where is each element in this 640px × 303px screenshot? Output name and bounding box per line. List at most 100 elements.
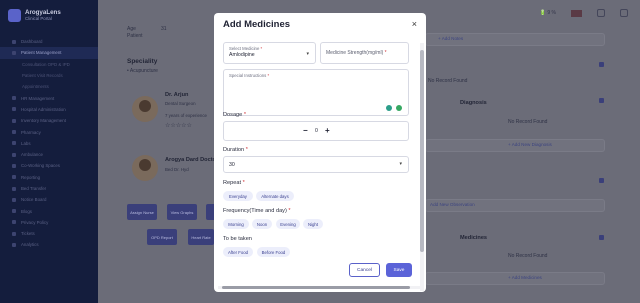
brand-logo-icon <box>8 9 21 22</box>
sidebar-item[interactable]: Tickets <box>0 228 98 239</box>
dosage-decrement-button[interactable]: − <box>303 127 308 135</box>
repeat-everyday-chip[interactable]: Everyday <box>223 191 253 201</box>
doctor1-dept: Dental Surgeon <box>165 101 196 106</box>
brand-name: ArogyaLens <box>25 9 61 16</box>
brand-tagline: Clinical Portal <box>25 16 52 21</box>
opd-report-button[interactable]: OPD Report <box>147 229 177 245</box>
frequency-label: Frequency(Time and day) * <box>223 208 291 214</box>
frequency-night-chip[interactable]: Night <box>303 219 323 229</box>
add-medicines-modal: Add Medicines × Select Medicine * Amlodi… <box>214 13 426 292</box>
add-notes-link[interactable]: + Add Notes <box>438 36 463 41</box>
horizontal-scrollbar[interactable] <box>218 286 422 289</box>
sidebar-item[interactable]: Blogs <box>0 205 98 216</box>
dosage-increment-button[interactable]: + <box>325 127 330 135</box>
sidebar-item[interactable]: Reporting <box>0 172 98 183</box>
repeat-alternate-chip[interactable]: Alternate days <box>256 191 294 201</box>
sidebar-item[interactable]: Inventory Management <box>0 115 98 126</box>
dosage-value: 0 <box>315 128 318 134</box>
diagnosis-title: Diagnosis <box>460 100 487 106</box>
doctor1-name: Dr. Arjun <box>165 92 189 98</box>
sidebar-item[interactable]: Hospital Administration <box>0 104 98 115</box>
select-medicine-value: Amlodipine <box>229 52 255 58</box>
horizontal-scrollbar-thumb[interactable] <box>222 286 410 289</box>
medicine-strength-field[interactable]: Medicine Strength(mg/ml) * <box>320 42 409 64</box>
sidebar-item[interactable]: Patient Management <box>0 47 98 59</box>
grammarly-icon[interactable] <box>396 105 402 111</box>
profile-icon[interactable] <box>620 9 628 17</box>
sidebar-item[interactable]: Labs <box>0 138 98 149</box>
sidebar-item-label: Dashboard <box>21 39 43 45</box>
notification-icon[interactable] <box>597 9 605 17</box>
sidebar-item[interactable]: Co-Working Spaces <box>0 160 98 171</box>
sidebar-item-label: Patient Visit Records <box>22 73 63 79</box>
add-observation-link[interactable]: Add New Observation <box>430 202 475 207</box>
sidebar-item-icon <box>12 231 16 236</box>
sidebar-nav: Dashboard Patient Management Consultation … <box>0 36 98 251</box>
sidebar-item-icon <box>12 130 16 135</box>
sidebar-item-icon <box>12 118 16 123</box>
sidebar-item[interactable]: HR Management <box>0 92 98 103</box>
diagnosis-edit-icon[interactable] <box>599 98 604 103</box>
before-food-chip[interactable]: Before Food <box>257 247 290 257</box>
speciality-title: Speciality <box>127 58 158 65</box>
sidebar-item[interactable]: Notice Board <box>0 194 98 205</box>
after-food-chip[interactable]: After Food <box>223 247 253 257</box>
no-record-diagnosis: No Record Found <box>508 119 548 125</box>
sidebar-item-label: Privacy Policy <box>21 219 49 225</box>
sidebar-item[interactable]: Consultation OPD & IPD <box>0 59 98 70</box>
sidebar-item-label: Inventory Management <box>21 118 66 124</box>
sidebar-item[interactable]: Appointments <box>0 81 98 92</box>
sidebar-item[interactable]: Analytics <box>0 239 98 250</box>
medicines-title: Medicines <box>460 235 488 241</box>
sidebar-item[interactable]: Bed Transfer <box>0 183 98 194</box>
topbar-icons: 🔋 9 % <box>540 9 628 17</box>
sidebar-item[interactable]: Patient Visit Records <box>0 70 98 81</box>
frequency-morning-chip[interactable]: Morning <box>223 219 249 229</box>
sidebar-item-label: Labs <box>21 140 31 146</box>
select-medicine-dropdown[interactable]: Select Medicine * Amlodipine ▾ <box>223 42 316 64</box>
add-medicines-link[interactable]: + Add Medicines <box>508 275 542 280</box>
add-diagnosis-link[interactable]: + Add New Diagnosis <box>508 142 552 147</box>
dosage-stepper: − 0 + <box>223 121 409 141</box>
assign-nurse-button[interactable]: Assign Nurse <box>127 204 157 220</box>
sidebar-item-label: HR Management <box>21 95 55 101</box>
repeat-label: Repeat * <box>223 180 245 186</box>
sidebar-item-icon <box>12 107 16 112</box>
brand[interactable]: ArogyaLens Clinical Portal <box>0 0 98 22</box>
special-instructions-field[interactable]: Special Instructions * <box>223 69 409 116</box>
duration-dropdown[interactable]: 30 ▾ <box>223 156 409 173</box>
sidebar-item[interactable]: Ambulance <box>0 149 98 160</box>
heart-rate-button[interactable]: Heart Rate <box>188 229 214 245</box>
sidebar-item-label: Patient Management <box>21 50 62 56</box>
vertical-scrollbar[interactable] <box>420 43 424 291</box>
vertical-scrollbar-thumb[interactable] <box>420 50 424 252</box>
sidebar-item-label: Hospital Administration <box>21 106 66 112</box>
close-icon[interactable]: × <box>412 19 417 29</box>
modal-title: Add Medicines <box>223 19 291 30</box>
medicines-edit-icon[interactable] <box>599 235 604 240</box>
cancel-button[interactable]: Cancel <box>349 263 380 277</box>
sidebar-item[interactable]: Dashboard <box>0 36 98 47</box>
sidebar-item-label: Reporting <box>21 174 41 180</box>
duration-label: Duration * <box>223 147 248 153</box>
sidebar: ArogyaLens Clinical Portal Dashboard Pati… <box>0 0 98 303</box>
battery-status: 🔋 9 % <box>539 10 556 16</box>
sidebar-item-label: Co-Working Spaces <box>21 163 60 169</box>
location-icon[interactable] <box>386 105 392 111</box>
save-button[interactable]: Save <box>386 263 412 277</box>
sidebar-item-label: Consultation OPD & IPD <box>22 61 70 67</box>
sidebar-item-icon <box>12 242 16 247</box>
sidebar-item[interactable]: Pharmacy <box>0 126 98 137</box>
frequency-noon-chip[interactable]: Noon <box>252 219 272 229</box>
edit-icon[interactable] <box>599 62 604 67</box>
sidebar-item[interactable]: Privacy Policy <box>0 217 98 228</box>
language-flag-icon[interactable] <box>571 9 582 17</box>
sidebar-item-label: Appointments <box>22 84 49 90</box>
observation-edit-icon[interactable] <box>599 178 604 183</box>
speciality-value: • Acupuncture <box>127 68 158 74</box>
sidebar-item-icon <box>12 152 16 157</box>
doctor2-dept: Bed Dr. Hyd <box>165 167 189 172</box>
frequency-evening-chip[interactable]: Evening <box>276 219 300 229</box>
view-graphs-button[interactable]: View Graphs <box>167 204 197 220</box>
sidebar-item-icon <box>12 186 16 191</box>
